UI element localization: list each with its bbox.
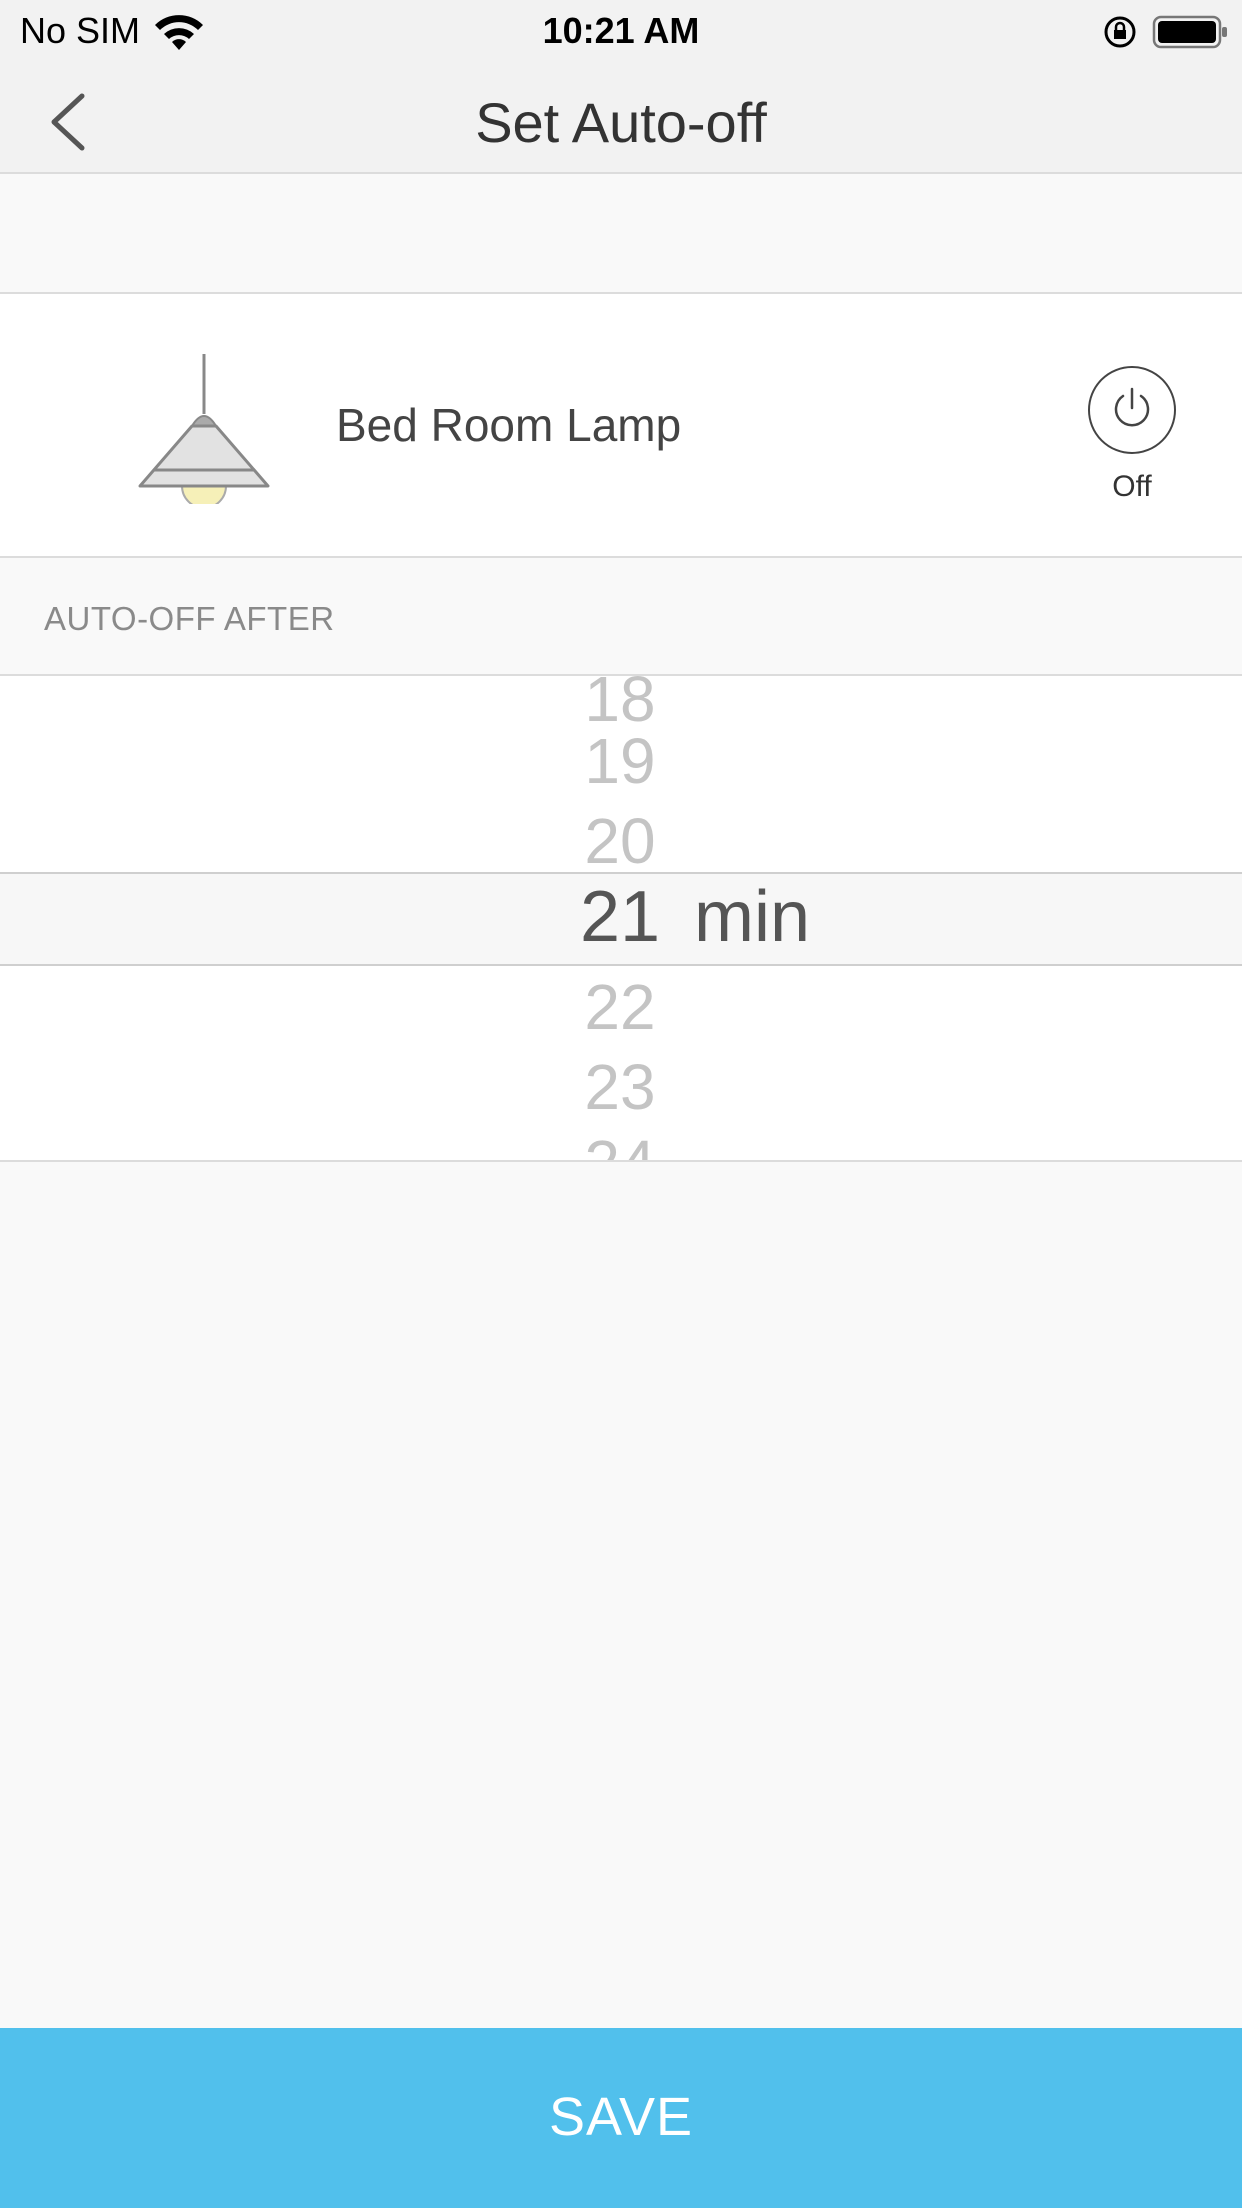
rotation-lock-icon <box>1104 16 1136 48</box>
save-label: SAVE <box>548 2087 694 2147</box>
picker-option[interactable]: 23 <box>540 1050 700 1124</box>
picker-option[interactable]: 19 <box>540 724 700 798</box>
section-header: AUTO-OFF AFTER <box>44 600 335 637</box>
pendant-lamp-icon <box>138 354 270 504</box>
status-time: 10:21 AM <box>542 10 700 51</box>
picker-option[interactable]: 24 <box>540 1126 700 1160</box>
picker-selected-value[interactable]: 21 <box>540 876 700 958</box>
picker-option[interactable]: 22 <box>540 970 700 1044</box>
device-row: Bed Room Lamp Off <box>0 292 1242 558</box>
picker-option[interactable]: 20 <box>540 804 700 878</box>
picker-unit: min <box>694 877 811 957</box>
nav-bar: Set Auto-off <box>0 62 1242 174</box>
power-button[interactable] <box>1088 366 1176 454</box>
minute-picker[interactable]: 18 19 20 21 min 22 23 24 <box>0 674 1242 1162</box>
power-status: Off <box>1112 470 1152 503</box>
status-bar: No SIM 10:21 AM <box>0 0 1242 62</box>
save-button[interactable]: SAVE <box>0 2028 1242 2208</box>
device-name: Bed Room Lamp <box>336 399 682 451</box>
battery-icon <box>1152 15 1227 49</box>
page-title: Set Auto-off <box>475 91 767 154</box>
power-icon <box>1114 387 1150 427</box>
